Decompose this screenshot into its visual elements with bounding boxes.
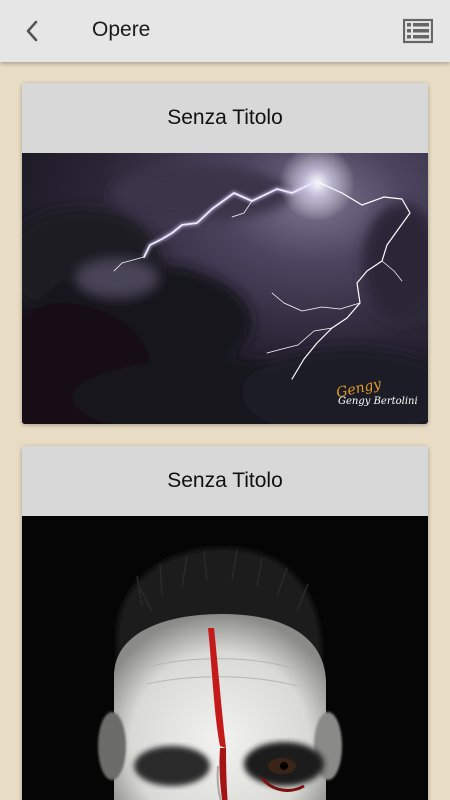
app-bar: Opere xyxy=(0,0,450,62)
artwork-title: Senza Titolo xyxy=(22,446,428,516)
list-view-icon xyxy=(403,18,433,44)
list-view-button[interactable] xyxy=(402,15,434,47)
artwork-list: Senza Titolo Gengy Gengy Bertolini Senza… xyxy=(0,62,450,800)
chevron-left-icon xyxy=(26,20,38,42)
clown-face-portrait-photo xyxy=(22,516,428,800)
page-title: Opere xyxy=(92,18,151,41)
back-button[interactable] xyxy=(14,14,50,48)
artwork-card[interactable]: Senza Titolo xyxy=(22,83,428,424)
artwork-card[interactable]: Senza Titolo xyxy=(22,446,428,800)
signature-text: Gengy Bertolini xyxy=(338,396,418,407)
lightning-storm-photo: Gengy Gengy Bertolini xyxy=(22,153,428,424)
artwork-title: Senza Titolo xyxy=(22,83,428,153)
